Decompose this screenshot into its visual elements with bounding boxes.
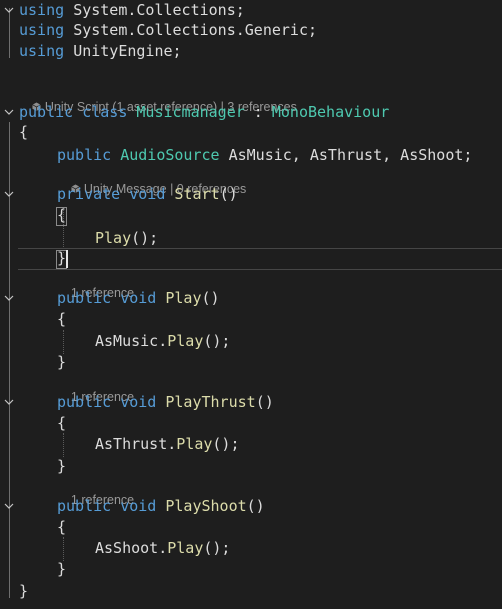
keyword: void: [120, 289, 157, 307]
call-args: ();: [131, 229, 159, 247]
brace: {: [19, 123, 29, 141]
keyword: public: [57, 146, 112, 164]
dot: .: [158, 332, 168, 350]
keyword: public: [57, 497, 112, 515]
parens: (): [255, 393, 274, 411]
code-editor[interactable]: using System.Collections; using System.C…: [0, 0, 502, 609]
code-line[interactable]: Play();: [0, 228, 502, 249]
brace: }: [57, 249, 67, 267]
code-line[interactable]: public AudioSource AsMusic, AsThrust, As…: [0, 145, 502, 166]
method-call: Play: [167, 332, 204, 350]
call-args: ();: [203, 332, 231, 350]
code-line[interactable]: using System.Collections;: [0, 0, 502, 21]
semicolon: ;: [308, 21, 318, 39]
method-name: PlayShoot: [165, 497, 247, 515]
code-line[interactable]: public class Musicmanager : MonoBehaviou…: [0, 102, 502, 123]
field-names: AsMusic, AsThrust, AsShoot;: [228, 146, 473, 164]
text-caret: [66, 250, 68, 268]
code-line[interactable]: }: [0, 559, 502, 580]
code-line[interactable]: {: [0, 205, 502, 226]
parens: (): [219, 185, 238, 203]
code-line[interactable]: AsMusic.Play();: [0, 331, 502, 352]
keyword: void: [120, 393, 157, 411]
field-reference: AsThrust: [95, 435, 168, 453]
keyword: void: [120, 497, 157, 515]
keyword: using: [19, 42, 65, 60]
keyword: public: [19, 103, 74, 121]
code-line[interactable]: }: [0, 581, 502, 602]
brace: {: [57, 518, 67, 536]
code-line[interactable]: }: [0, 352, 502, 373]
code-line[interactable]: AsThrust.Play();: [0, 434, 502, 455]
namespace-name: System.Collections: [73, 1, 236, 19]
code-line[interactable]: }: [0, 456, 502, 477]
namespace-name: UnityEngine: [73, 42, 173, 60]
keyword: public: [57, 289, 112, 307]
method-name: PlayThrust: [165, 393, 256, 411]
semicolon: ;: [235, 1, 245, 19]
code-line[interactable]: {: [0, 517, 502, 538]
code-line[interactable]: using UnityEngine;: [0, 41, 502, 62]
chevron-down-icon[interactable]: [3, 106, 15, 118]
brace: }: [57, 457, 67, 475]
keyword: void: [129, 185, 166, 203]
parens: (): [246, 497, 265, 515]
field-reference: AsMusic: [95, 332, 159, 350]
colon: :: [244, 103, 272, 121]
brace: {: [57, 310, 67, 328]
brace: }: [57, 560, 67, 578]
code-line[interactable]: public void PlayThrust(): [0, 392, 502, 413]
brace: {: [57, 206, 67, 224]
base-class-name: MonoBehaviour: [271, 103, 390, 121]
keyword: using: [19, 1, 65, 19]
code-line[interactable]: private void Start(): [0, 184, 502, 205]
code-line[interactable]: {: [0, 413, 502, 434]
chevron-down-icon[interactable]: [3, 292, 15, 304]
brace: }: [57, 353, 67, 371]
field-reference: AsShoot: [95, 539, 159, 557]
parens: (): [201, 289, 220, 307]
method-call: Play: [167, 539, 204, 557]
code-line[interactable]: public void Play(): [0, 288, 502, 309]
keyword: private: [57, 185, 121, 203]
namespace-name: System.Collections.Generic: [73, 21, 308, 39]
semicolon: ;: [172, 42, 182, 60]
method-call: Play: [95, 229, 132, 247]
type-name: AudioSource: [120, 146, 220, 164]
chevron-down-icon[interactable]: [3, 4, 15, 16]
chevron-down-icon[interactable]: [3, 500, 15, 512]
brace: }: [19, 582, 29, 600]
keyword: public: [57, 393, 112, 411]
keyword: class: [82, 103, 128, 121]
method-call: Play: [176, 435, 213, 453]
chevron-down-icon[interactable]: [3, 188, 15, 200]
code-line[interactable]: {: [0, 309, 502, 330]
call-args: ();: [212, 435, 240, 453]
chevron-down-icon[interactable]: [3, 396, 15, 408]
class-name: Musicmanager: [136, 103, 245, 121]
code-line[interactable]: AsShoot.Play();: [0, 538, 502, 559]
code-line[interactable]: public void PlayShoot(): [0, 496, 502, 517]
method-name: Start: [174, 185, 220, 203]
dot: .: [167, 435, 177, 453]
keyword: using: [19, 21, 65, 39]
code-line[interactable]: }: [0, 248, 502, 269]
code-line[interactable]: using System.Collections.Generic;: [0, 20, 502, 41]
call-args: ();: [203, 539, 231, 557]
dot: .: [158, 539, 168, 557]
method-name: Play: [165, 289, 202, 307]
code-line[interactable]: {: [0, 122, 502, 143]
brace: {: [57, 414, 67, 432]
